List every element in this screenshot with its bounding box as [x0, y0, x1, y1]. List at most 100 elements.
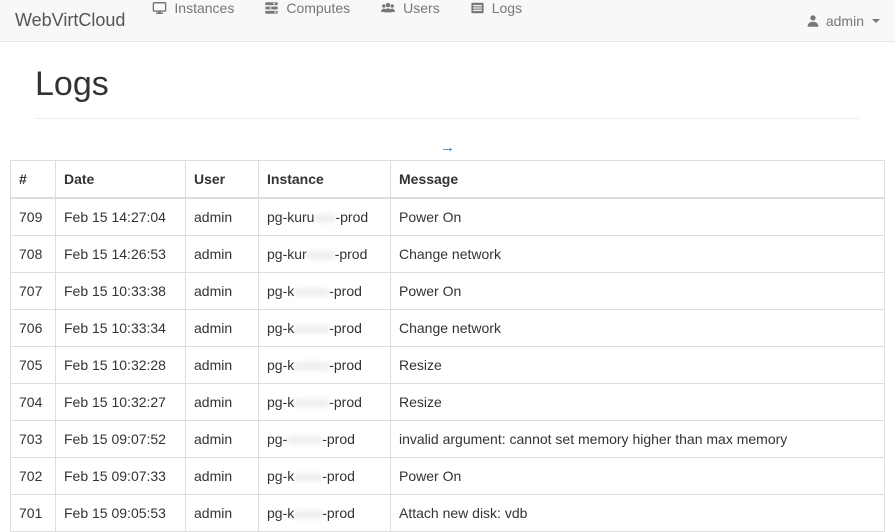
nav-item-instances[interactable]: Instances — [137, 0, 249, 16]
page-title: Logs — [35, 64, 860, 104]
log-user-cell: admin — [186, 458, 259, 495]
log-date-cell: Feb 15 10:32:28 — [56, 347, 186, 384]
log-user-cell: admin — [186, 495, 259, 532]
log-row: 703Feb 15 09:07:52adminpg-xxxxx-prodinva… — [11, 421, 885, 458]
log-instance-cell: pg-kxxxx-prod — [259, 458, 391, 495]
desktop-icon — [152, 1, 167, 15]
log-instance-cell: pg-kxxxx-prod — [259, 495, 391, 532]
log-row: 704Feb 15 10:32:27adminpg-kxxxxx-prodRes… — [11, 384, 885, 421]
instance-name-redacted: xxx — [314, 209, 335, 225]
main-nav: Instances Computes Users Logs — [137, 0, 537, 41]
log-row: 709Feb 15 14:27:04adminpg-kuruxxx-prodPo… — [11, 198, 885, 236]
users-icon — [380, 1, 396, 15]
instance-name-suffix: -prod — [322, 468, 355, 484]
column-header-id: # — [11, 161, 56, 199]
nav-item-logs[interactable]: Logs — [455, 0, 537, 16]
log-user-cell: admin — [186, 198, 259, 236]
log-instance-cell: pg-kurxxxx-prod — [259, 236, 391, 273]
instance-name-redacted: xxxxx — [287, 431, 322, 447]
log-row: 701Feb 15 09:05:53adminpg-kxxxx-prodAtta… — [11, 495, 885, 532]
instance-name-prefix: pg-kur — [267, 246, 307, 262]
next-page-link[interactable]: → — [440, 139, 455, 156]
log-row: 707Feb 15 10:33:38adminpg-kxxxxx-prodPow… — [11, 273, 885, 310]
instance-name-prefix: pg-k — [267, 283, 294, 299]
column-header-user: User — [186, 161, 259, 199]
instance-name-suffix: -prod — [322, 505, 355, 521]
log-message-cell: Attach new disk: vdb — [391, 495, 885, 532]
instance-name-redacted: xxxx — [294, 468, 322, 484]
nav-item-computes[interactable]: Computes — [249, 0, 365, 16]
log-message-cell: invalid argument: cannot set memory high… — [391, 421, 885, 458]
nav-item-label: Instances — [174, 0, 234, 16]
log-row: 706Feb 15 10:33:34adminpg-kxxxxx-prodCha… — [11, 310, 885, 347]
log-id-cell: 706 — [11, 310, 56, 347]
log-user-cell: admin — [186, 310, 259, 347]
column-header-instance: Instance — [259, 161, 391, 199]
log-message-cell: Change network — [391, 310, 885, 347]
page-container: Logs → # Date User Instance Message 709F… — [0, 56, 895, 532]
instance-name-suffix: -prod — [329, 394, 362, 410]
instance-name-prefix: pg-k — [267, 394, 294, 410]
column-header-date: Date — [56, 161, 186, 199]
instance-name-redacted: xxxxx — [294, 283, 329, 299]
log-id-cell: 704 — [11, 384, 56, 421]
log-id-cell: 701 — [11, 495, 56, 532]
instance-name-redacted: xxxx — [307, 246, 335, 262]
log-message-cell: Change network — [391, 236, 885, 273]
log-date-cell: Feb 15 09:07:52 — [56, 421, 186, 458]
log-message-cell: Resize — [391, 384, 885, 421]
log-id-cell: 709 — [11, 198, 56, 236]
logs-table-header: # Date User Instance Message — [11, 161, 885, 199]
instance-name-suffix: -prod — [329, 357, 362, 373]
log-date-cell: Feb 15 09:05:53 — [56, 495, 186, 532]
instance-name-prefix: pg- — [267, 431, 287, 447]
nav-item-users[interactable]: Users — [365, 0, 455, 16]
log-id-cell: 702 — [11, 458, 56, 495]
instance-name-prefix: pg-k — [267, 468, 294, 484]
log-instance-cell: pg-kxxxxx-prod — [259, 310, 391, 347]
caret-down-icon — [872, 19, 880, 23]
log-instance-cell: pg-xxxxx-prod — [259, 421, 391, 458]
log-date-cell: Feb 15 10:33:34 — [56, 310, 186, 347]
log-message-cell: Power On — [391, 273, 885, 310]
log-instance-cell: pg-kxxxxx-prod — [259, 347, 391, 384]
column-header-message: Message — [391, 161, 885, 199]
instance-name-redacted: xxxxx — [294, 320, 329, 336]
user-menu-dropdown[interactable]: admin — [806, 0, 880, 41]
log-id-cell: 708 — [11, 236, 56, 273]
instance-name-prefix: pg-k — [267, 357, 294, 373]
log-message-cell: Power On — [391, 458, 885, 495]
pagination: → — [10, 137, 885, 158]
logs-table: # Date User Instance Message 709Feb 15 1… — [10, 160, 885, 532]
log-user-cell: admin — [186, 273, 259, 310]
log-row: 702Feb 15 09:07:33adminpg-kxxxx-prodPowe… — [11, 458, 885, 495]
log-row: 705Feb 15 10:32:28adminpg-kxxxxx-prodRes… — [11, 347, 885, 384]
nav-item-label: Users — [403, 0, 440, 16]
page-header: Logs — [35, 56, 860, 119]
instance-name-redacted: xxxxx — [294, 357, 329, 373]
logs-table-body: 709Feb 15 14:27:04adminpg-kuruxxx-prodPo… — [11, 198, 885, 532]
instance-name-prefix: pg-k — [267, 505, 294, 521]
instance-name-redacted: xxxx — [294, 505, 322, 521]
instance-name-suffix: -prod — [329, 320, 362, 336]
log-date-cell: Feb 15 10:33:38 — [56, 273, 186, 310]
brand-link[interactable]: WebVirtCloud — [15, 0, 125, 41]
log-user-cell: admin — [186, 347, 259, 384]
log-user-cell: admin — [186, 421, 259, 458]
instance-name-prefix: pg-kuru — [267, 209, 314, 225]
instance-name-suffix: -prod — [335, 209, 368, 225]
log-instance-cell: pg-kxxxxx-prod — [259, 273, 391, 310]
nav-item-label: Computes — [286, 0, 350, 16]
log-id-cell: 705 — [11, 347, 56, 384]
log-id-cell: 703 — [11, 421, 56, 458]
log-instance-cell: pg-kxxxxx-prod — [259, 384, 391, 421]
log-date-cell: Feb 15 14:27:04 — [56, 198, 186, 236]
list-icon — [470, 1, 485, 15]
user-menu-label: admin — [826, 13, 864, 29]
log-date-cell: Feb 15 09:07:33 — [56, 458, 186, 495]
tasks-icon — [264, 1, 279, 15]
instance-name-suffix: -prod — [322, 431, 355, 447]
log-date-cell: Feb 15 14:26:53 — [56, 236, 186, 273]
log-message-cell: Resize — [391, 347, 885, 384]
log-user-cell: admin — [186, 384, 259, 421]
